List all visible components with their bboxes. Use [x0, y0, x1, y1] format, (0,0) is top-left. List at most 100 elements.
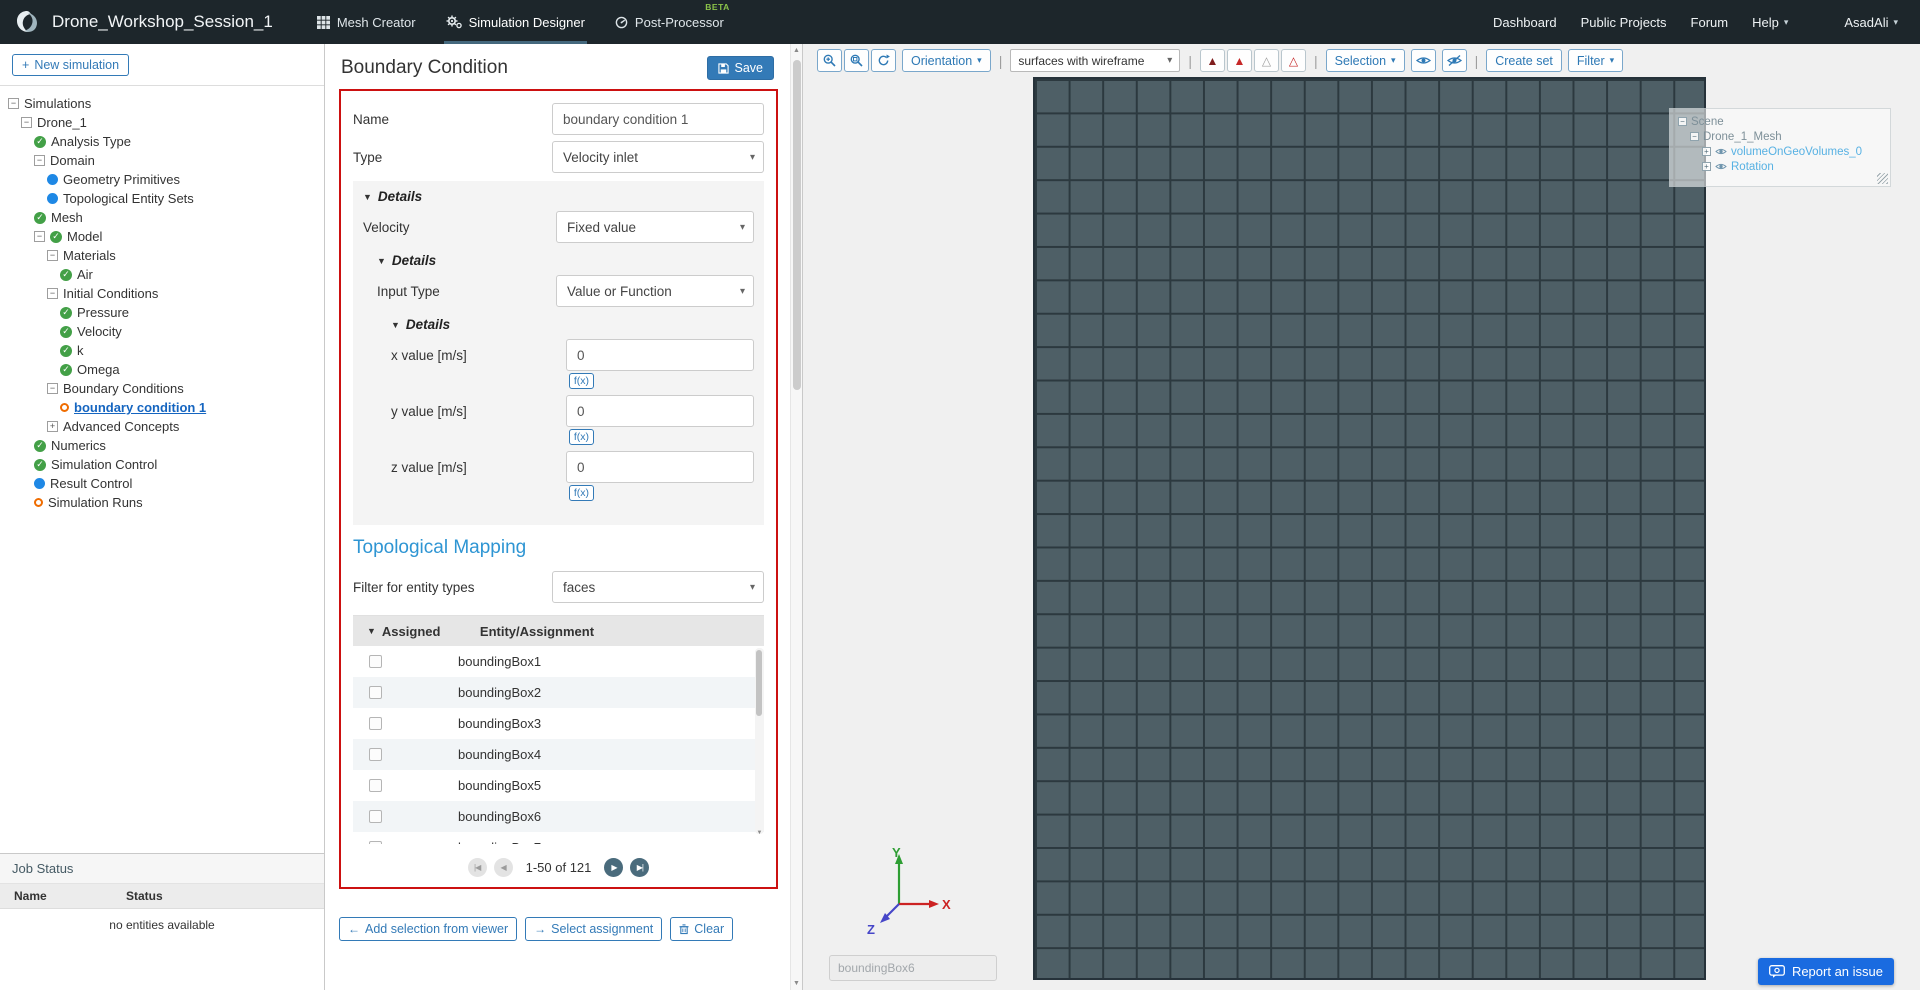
collapse-icon[interactable]: −: [47, 250, 58, 261]
table-scrollbar[interactable]: ▼: [755, 648, 764, 836]
hovered-entity-name-box[interactable]: [829, 955, 997, 981]
add-selection-from-viewer-button[interactable]: ← Add selection from viewer: [339, 917, 518, 941]
velocity-select[interactable]: Fixed value ▾: [556, 211, 754, 243]
nav-link-forum[interactable]: Forum: [1691, 15, 1729, 30]
assignment-checkbox[interactable]: [369, 686, 382, 699]
zoom-in-button[interactable]: [817, 49, 842, 72]
tree-item-mesh[interactable]: ✓ Mesh: [0, 208, 324, 227]
tree-item-analysis-type[interactable]: ✓ Analysis Type: [0, 132, 324, 151]
assignment-row[interactable]: boundingBox4: [353, 739, 764, 770]
assignment-checkbox[interactable]: [369, 841, 382, 844]
assignment-row[interactable]: boundingBox5: [353, 770, 764, 801]
filter-dropdown[interactable]: Filter ▾: [1567, 49, 1624, 72]
assignment-checkbox[interactable]: [369, 810, 382, 823]
tree-item-domain[interactable]: − Domain: [0, 151, 324, 170]
scroll-up-arrow-icon[interactable]: ▲: [793, 44, 800, 57]
assignment-checkbox[interactable]: [369, 748, 382, 761]
tree-item-model[interactable]: − ✓ Model: [0, 227, 324, 246]
assignment-row[interactable]: boundingBox6: [353, 801, 764, 832]
tree-item-simulations[interactable]: − Simulations: [0, 94, 324, 113]
details-collapse-header[interactable]: ▼ Details: [363, 189, 754, 205]
resize-handle[interactable]: [1877, 173, 1888, 184]
save-button[interactable]: Save: [706, 56, 774, 80]
refresh-view-button[interactable]: [871, 49, 896, 72]
type-select[interactable]: Velocity inlet ▾: [552, 141, 764, 173]
app-logo-icon[interactable]: [12, 7, 42, 37]
clear-button[interactable]: Clear: [670, 917, 734, 941]
collapse-icon[interactable]: −: [47, 288, 58, 299]
tree-item-pressure[interactable]: ✓ Pressure: [0, 303, 324, 322]
hide-entities-button[interactable]: [1441, 49, 1467, 72]
orientation-dropdown[interactable]: Orientation ▾: [902, 49, 991, 72]
visibility-eye-icon[interactable]: [1715, 147, 1727, 156]
tree-item-numerics[interactable]: ✓ Numerics: [0, 436, 324, 455]
select-assignment-button[interactable]: → Select assignment: [525, 917, 663, 941]
mesh-quality-toggle-1[interactable]: ▲: [1199, 49, 1225, 72]
collapse-icon[interactable]: −: [1678, 117, 1687, 126]
tree-item-k[interactable]: ✓ k: [0, 341, 324, 360]
assignment-row[interactable]: boundingBox3: [353, 708, 764, 739]
scene-node-scene[interactable]: − Scene: [1678, 114, 1884, 129]
nav-link-asadali[interactable]: AsadAli ▾: [1844, 15, 1898, 30]
tree-item-geometry-primitives[interactable]: Geometry Primitives: [0, 170, 324, 189]
previous-page-button[interactable]: ◀: [493, 858, 513, 877]
fx-button[interactable]: f(x): [568, 373, 594, 389]
z-value-m-s-input[interactable]: [566, 451, 754, 483]
table-scrollbar-thumb[interactable]: [756, 650, 762, 716]
y-value-m-s-input[interactable]: [566, 395, 754, 427]
tree-item-boundary-condition-1[interactable]: boundary condition 1: [0, 398, 324, 417]
expand-icon[interactable]: +: [1702, 147, 1711, 156]
tab-simulation-designer[interactable]: Simulation Designer: [443, 0, 587, 44]
tree-item-initial-conditions[interactable]: − Initial Conditions: [0, 284, 324, 303]
assignment-row[interactable]: boundingBox1: [353, 646, 764, 677]
tab-mesh-creator[interactable]: Mesh Creator: [315, 0, 418, 44]
selection-dropdown[interactable]: Selection ▾: [1325, 49, 1405, 72]
details-collapse-header[interactable]: ▼ Details: [391, 317, 754, 333]
x-value-m-s-input[interactable]: [566, 339, 754, 371]
panel-scrollbar[interactable]: ▲ ▼: [790, 44, 802, 990]
tree-item-advanced-concepts[interactable]: + Advanced Concepts: [0, 417, 324, 436]
last-page-button[interactable]: ▶|: [630, 858, 650, 877]
entity-type-filter-select[interactable]: faces ▾: [552, 571, 764, 603]
viewport-3d[interactable]: Orientation ▾ | surfaces with wireframe …: [803, 44, 1920, 990]
collapse-icon[interactable]: −: [34, 155, 45, 166]
tree-item-omega[interactable]: ✓ Omega: [0, 360, 324, 379]
report-an-issue-button[interactable]: Report an issue: [1757, 958, 1894, 985]
collapse-icon[interactable]: −: [1690, 132, 1699, 141]
nav-link-dashboard[interactable]: Dashboard: [1493, 15, 1557, 30]
scroll-down-arrow-icon[interactable]: ▼: [793, 977, 800, 990]
scene-node-volumeongeovolumes-0[interactable]: + volumeOnGeoVolumes_0: [1678, 144, 1884, 159]
tree-item-materials[interactable]: − Materials: [0, 246, 324, 265]
tree-item-boundary-conditions[interactable]: − Boundary Conditions: [0, 379, 324, 398]
assignment-checkbox[interactable]: [369, 717, 382, 730]
collapse-icon[interactable]: −: [34, 231, 45, 242]
scene-node-rotation[interactable]: + Rotation: [1678, 159, 1884, 174]
assigned-column-header[interactable]: Assigned: [382, 624, 474, 639]
fx-button[interactable]: f(x): [568, 485, 594, 501]
tree-item-velocity[interactable]: ✓ Velocity: [0, 322, 324, 341]
visibility-eye-icon[interactable]: [1715, 162, 1727, 171]
details-collapse-header[interactable]: ▼ Details: [377, 253, 754, 269]
expand-icon[interactable]: +: [1702, 162, 1711, 171]
nav-link-public-projects[interactable]: Public Projects: [1581, 15, 1667, 30]
tree-item-simulation-runs[interactable]: Simulation Runs: [0, 493, 324, 512]
assignment-checkbox[interactable]: [369, 655, 382, 668]
show-entities-button[interactable]: [1410, 49, 1436, 72]
name-input[interactable]: [552, 103, 764, 135]
panel-scrollbar-thumb[interactable]: [792, 60, 801, 390]
first-page-button[interactable]: |◀: [467, 858, 487, 877]
tree-item-air[interactable]: ✓ Air: [0, 265, 324, 284]
zoom-to-fit-button[interactable]: [844, 49, 869, 72]
collapse-icon[interactable]: −: [8, 98, 19, 109]
mesh-quality-toggle-2[interactable]: ▲: [1226, 49, 1252, 72]
collapse-icon[interactable]: −: [47, 383, 58, 394]
expand-icon[interactable]: +: [47, 421, 58, 432]
tree-item-result-control[interactable]: Result Control: [0, 474, 324, 493]
scene-node-drone-1-mesh[interactable]: − Drone_1_Mesh: [1678, 129, 1884, 144]
assignment-checkbox[interactable]: [369, 779, 382, 792]
tree-item-drone-1[interactable]: − Drone_1: [0, 113, 324, 132]
sort-desc-icon[interactable]: ▼: [367, 626, 376, 636]
new-simulation-button[interactable]: + New simulation: [12, 54, 130, 76]
mesh-quality-toggle-3[interactable]: △: [1253, 49, 1279, 72]
fx-button[interactable]: f(x): [568, 429, 594, 445]
